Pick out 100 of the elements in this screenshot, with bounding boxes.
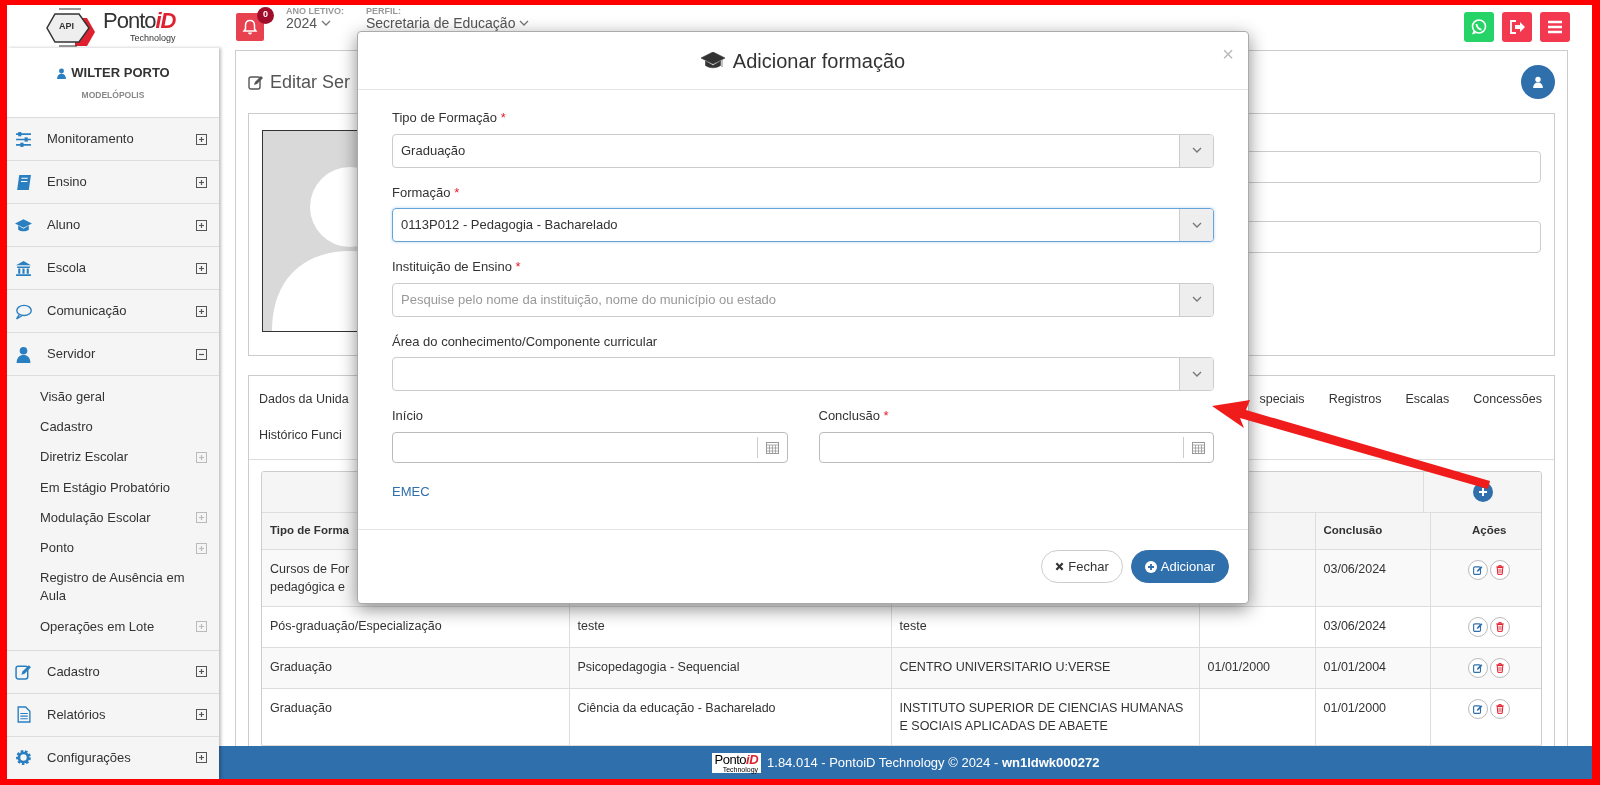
edit-icon	[1473, 662, 1484, 673]
delete-button[interactable]	[1490, 699, 1511, 719]
column-header: Conclusão	[1323, 524, 1383, 537]
tab[interactable]: Dados da Unida	[259, 389, 349, 409]
bell-icon	[242, 18, 258, 35]
sidebar-subitem[interactable]: Registro de Ausência em Aula	[7, 563, 219, 612]
user-name: WILTER PORTO	[71, 64, 170, 83]
table-cell: 01/01/2000	[1323, 701, 1387, 715]
sidebar-subitem[interactable]: Cadastro	[7, 412, 219, 443]
trash-icon	[1495, 704, 1506, 714]
sidebar-item[interactable]: Servidor	[7, 333, 219, 376]
table-cell: Ciência da educação - Bacharelado	[577, 701, 776, 715]
table-cell: 01/01/2000	[1207, 659, 1271, 674]
book-icon	[15, 173, 32, 191]
chevron-down-icon	[1191, 147, 1202, 154]
field-label: ANO LETIVO:	[286, 7, 344, 17]
user-city: MODELÓPOLIS	[81, 88, 145, 102]
tab[interactable]: Escalas	[1405, 389, 1450, 409]
edit-button[interactable]	[1468, 616, 1489, 637]
edit-icon	[1473, 621, 1484, 632]
chat-icon	[1470, 17, 1488, 36]
sidebar-item[interactable]: Ensino	[7, 161, 219, 204]
bank-icon	[15, 259, 32, 277]
date-field[interactable]	[818, 431, 1214, 463]
sidebar-subitem[interactable]: Visão geral	[7, 382, 219, 413]
sidebar-item[interactable]: Cadastro	[7, 650, 219, 694]
close-button[interactable]: Fechar	[1041, 550, 1123, 583]
chevron-down-icon	[1191, 370, 1202, 378]
edit-button[interactable]	[1468, 699, 1489, 719]
tab[interactable]: Histórico Funci	[259, 425, 342, 445]
field-label: Conclusão *	[818, 407, 890, 425]
sidebar-subitem[interactable]: Operações em Lote	[7, 611, 219, 642]
user-icon	[56, 66, 68, 80]
edit-button[interactable]	[1468, 559, 1489, 580]
close-icon	[1055, 562, 1065, 571]
logout-button[interactable]	[1502, 11, 1532, 42]
edit-icon	[1473, 704, 1484, 714]
chevron-down-icon	[1191, 296, 1202, 303]
sidebar-item[interactable]: Escola	[7, 247, 219, 290]
delete-button[interactable]	[1490, 559, 1511, 580]
emec-link[interactable]: EMEC	[392, 481, 430, 501]
tab[interactable]: speciais	[1259, 389, 1305, 409]
field-label: Início	[392, 407, 425, 425]
delete-button[interactable]	[1490, 616, 1511, 637]
trash-icon	[1495, 621, 1506, 632]
gear-icon	[15, 749, 32, 767]
sidebar-subitem[interactable]: Ponto	[7, 532, 219, 564]
delete-button[interactable]	[1490, 657, 1511, 678]
select-field[interactable]: 0113P012 - Pedagogia - Bacharelado	[392, 208, 1214, 242]
year-dropdown[interactable]: 2024	[286, 16, 332, 32]
table-cell: 03/06/2024	[1323, 561, 1387, 576]
logo-tagline: Technology	[128, 33, 176, 43]
table-cell: CENTRO UNIVERSITARIO U:VERSE	[899, 659, 1111, 674]
graduation-cap-icon	[700, 51, 725, 70]
speech-bubble-icon	[15, 302, 32, 320]
sidebar-item[interactable]: Aluno	[7, 204, 219, 247]
user-icon	[1532, 76, 1544, 88]
sidebar-subitem[interactable]: Modulação Escolar	[7, 502, 219, 533]
user-icon	[15, 345, 32, 363]
calendar-icon	[1192, 440, 1205, 454]
date-field[interactable]	[392, 431, 788, 463]
plus-circle-icon	[1144, 560, 1157, 573]
sidebar-item[interactable]: Monitoramento	[7, 118, 219, 161]
select-field[interactable]	[392, 357, 1214, 391]
logo-badge-text: API	[59, 19, 74, 33]
field-label: Área do conhecimento/Componente curricular	[392, 332, 659, 351]
column-header: Tipo de Forma	[270, 524, 350, 537]
edit-icon	[15, 663, 32, 681]
footer-text: 1.84.014 - PontoiD Technology © 2024 - wn1ldwk000272	[767, 753, 1100, 772]
table-cell: Pós-graduação/Especialização	[270, 618, 442, 633]
sidebar-subitem[interactable]: Em Estágio Probatório	[7, 472, 219, 503]
column-header: Ações	[1472, 524, 1507, 537]
page-title: Editar Ser	[270, 70, 351, 94]
modal-title: Adicionar formação	[732, 48, 906, 73]
trash-icon	[1495, 564, 1506, 575]
field-label: Instituição de Ensino *	[392, 258, 522, 276]
tab[interactable]: Concessões	[1473, 389, 1542, 409]
table-cell: teste	[899, 618, 927, 633]
add-button[interactable]: Adicionar	[1130, 550, 1229, 583]
sidebar-item[interactable]: Relatórios	[7, 693, 219, 737]
chevron-down-icon	[519, 20, 530, 28]
tab[interactable]: Registros	[1328, 389, 1382, 409]
document-icon	[15, 706, 32, 724]
graduation-cap-icon	[15, 216, 32, 234]
sidebar-subitem[interactable]: Diretriz Escolar	[7, 442, 219, 473]
table-cell: INSTITUTO SUPERIOR DE CIENCIAS HUMANAS E SOCIAIS APLICADAS DE ABAETE	[899, 701, 1184, 734]
notifications-button[interactable]	[236, 12, 264, 41]
calendar-icon	[765, 440, 779, 454]
logo-text: PontoiD	[103, 8, 176, 34]
table-cell: Graduação	[270, 701, 332, 715]
table-cell: 01/01/2004	[1323, 659, 1387, 674]
profile-dropdown[interactable]: Secretaria de Educação	[366, 16, 530, 32]
chevron-down-icon	[1191, 221, 1202, 229]
menu-button[interactable]	[1540, 11, 1570, 42]
edit-button[interactable]	[1468, 657, 1489, 678]
user-button[interactable]	[1521, 65, 1555, 99]
edit-icon	[248, 74, 264, 90]
select-field[interactable]: Graduação	[392, 133, 1214, 168]
table-cell: Cursos de For pedagógica e	[270, 561, 350, 594]
sidebar-item[interactable]: Comunicação	[7, 290, 219, 333]
